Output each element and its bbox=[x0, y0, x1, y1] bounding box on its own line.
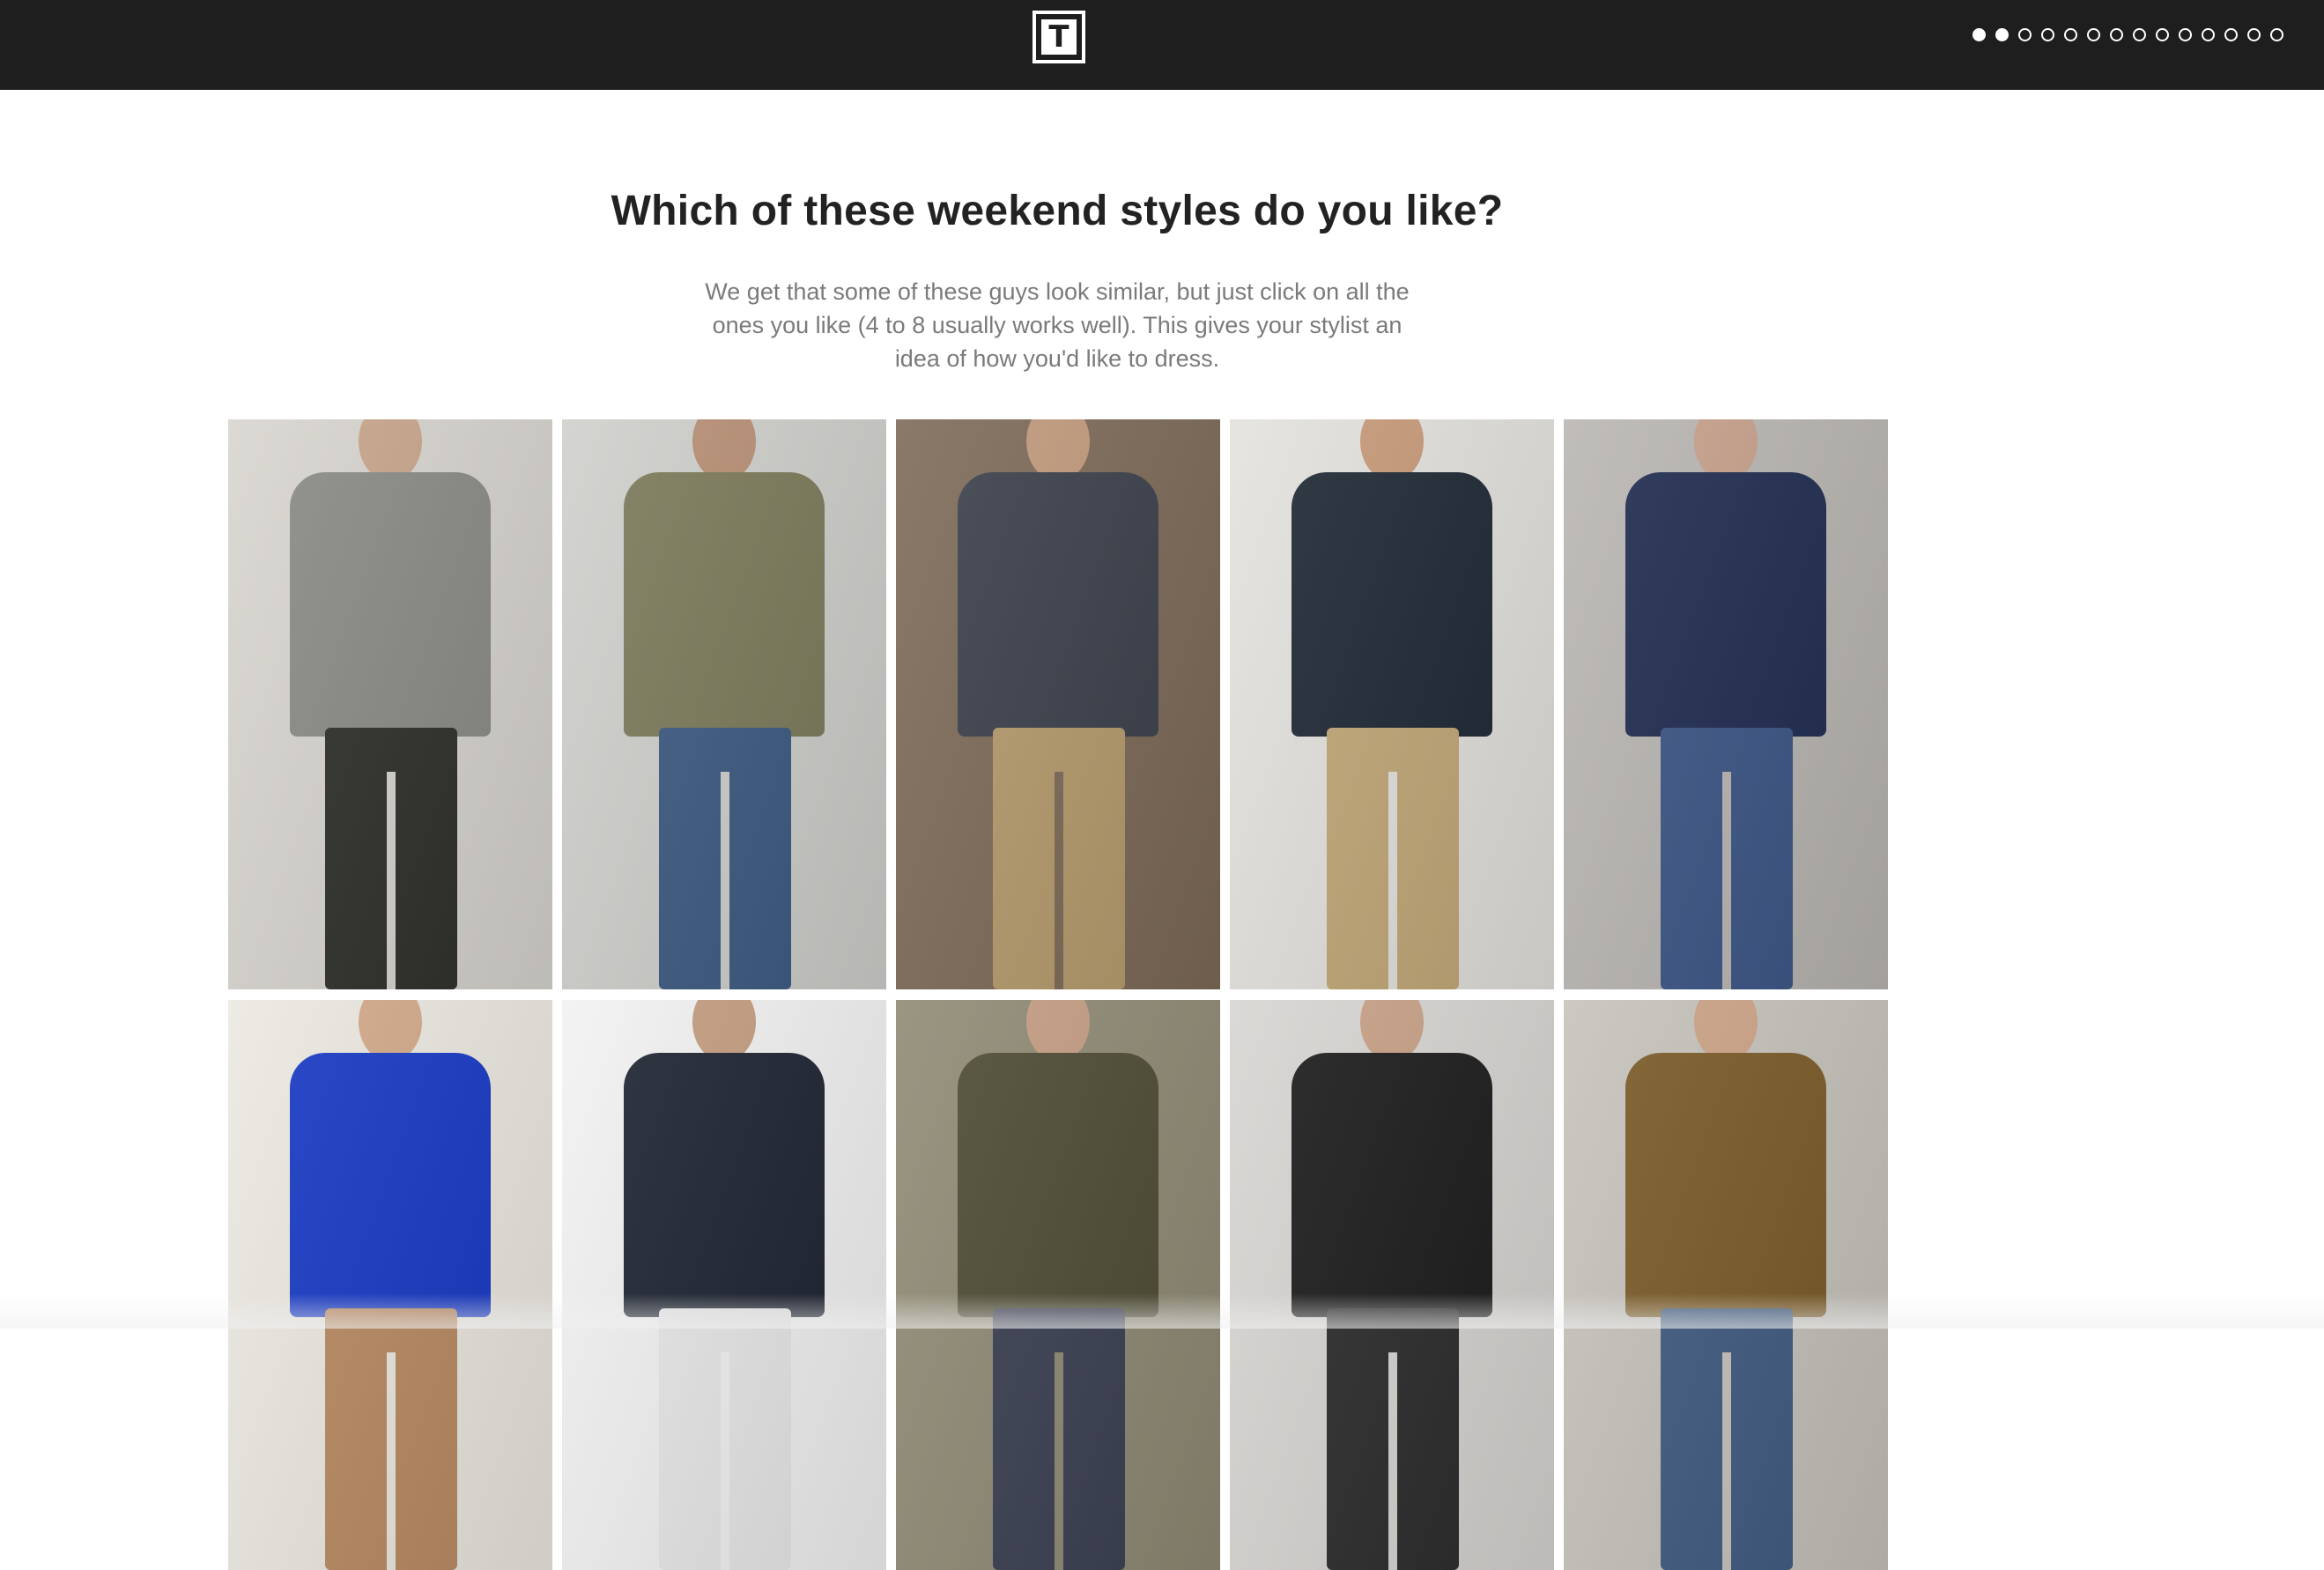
style-option-tank-top-chino-shorts[interactable] bbox=[1230, 419, 1554, 989]
logo-letter: T bbox=[1041, 19, 1077, 55]
progress-dot bbox=[2247, 28, 2261, 41]
outfit-photo bbox=[1564, 419, 1888, 989]
style-option-blue-polo[interactable] bbox=[228, 1000, 552, 1570]
style-image-grid bbox=[228, 419, 1891, 1570]
progress-indicator bbox=[1972, 28, 2283, 41]
outfit-photo bbox=[1564, 1000, 1888, 1570]
style-option-olive-parka-ripped-jeans[interactable] bbox=[562, 419, 886, 989]
brand-logo[interactable]: T bbox=[1032, 11, 1085, 63]
outfit-photo bbox=[228, 1000, 552, 1570]
style-option-black-windbreaker[interactable] bbox=[562, 1000, 886, 1570]
outfit-photo bbox=[1230, 1000, 1554, 1570]
outfit-photo bbox=[562, 1000, 886, 1570]
outfit-photo bbox=[228, 419, 552, 989]
outfit-photo bbox=[562, 419, 886, 989]
style-option-corduroy-sherpa-jacket[interactable] bbox=[1564, 1000, 1888, 1570]
outfit-photo bbox=[896, 419, 1220, 989]
progress-dot bbox=[2041, 28, 2054, 41]
progress-dot bbox=[1972, 28, 1986, 41]
outfit-photo bbox=[1230, 419, 1554, 989]
progress-dot bbox=[2156, 28, 2169, 41]
style-option-puffer-vest-bicycle[interactable] bbox=[896, 419, 1220, 989]
style-option-grey-sweater-cargo-pants[interactable] bbox=[228, 419, 552, 989]
page-title: Which of these weekend styles do you lik… bbox=[611, 188, 1504, 235]
progress-dot bbox=[2179, 28, 2192, 41]
outfit-photo bbox=[896, 1000, 1220, 1570]
progress-dot bbox=[1995, 28, 2009, 41]
top-navigation-bar: T bbox=[0, 0, 2324, 90]
progress-dot bbox=[2270, 28, 2283, 41]
style-option-black-leather-jacket[interactable] bbox=[1230, 1000, 1554, 1570]
progress-dot bbox=[2224, 28, 2238, 41]
progress-dot bbox=[2110, 28, 2123, 41]
page-subtitle: We get that some of these guys look simi… bbox=[705, 278, 1410, 372]
progress-dot bbox=[2018, 28, 2032, 41]
style-option-navy-peacoat-knit[interactable] bbox=[1564, 419, 1888, 989]
progress-dot bbox=[2202, 28, 2215, 41]
progress-dot bbox=[2064, 28, 2077, 41]
progress-dot bbox=[2133, 28, 2146, 41]
style-option-olive-peacoat[interactable] bbox=[896, 1000, 1220, 1570]
progress-dot bbox=[2087, 28, 2100, 41]
